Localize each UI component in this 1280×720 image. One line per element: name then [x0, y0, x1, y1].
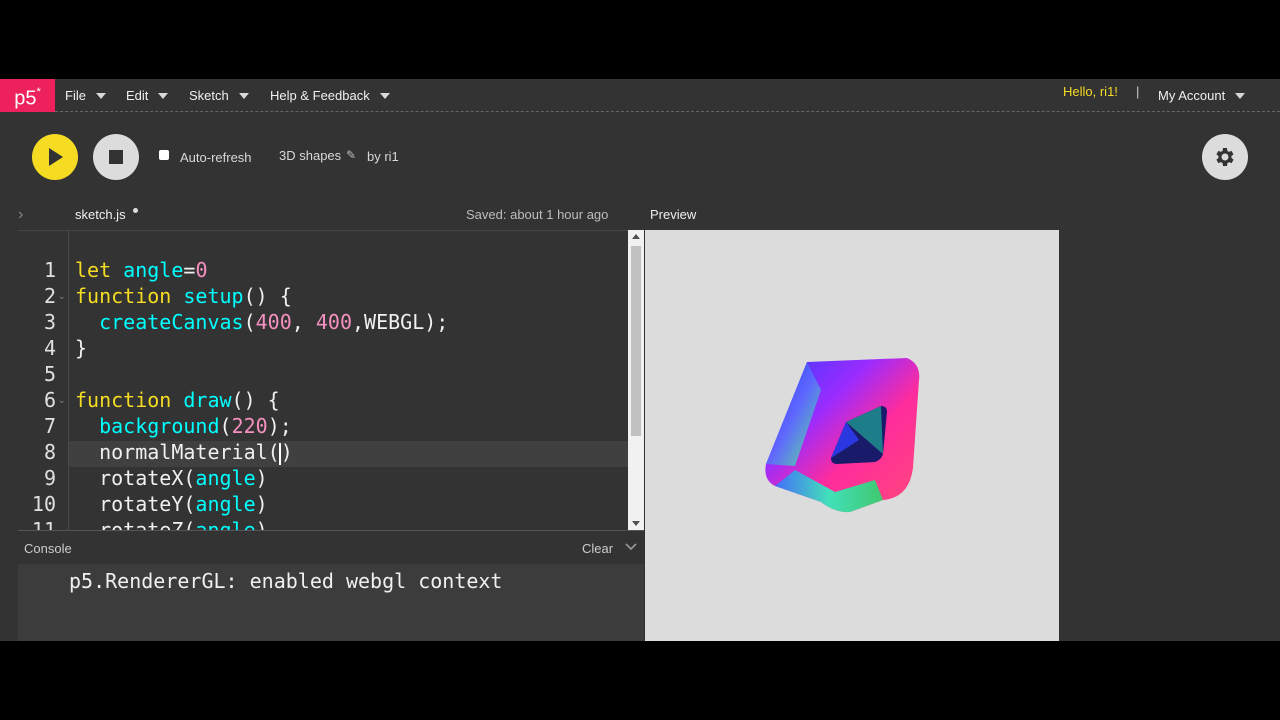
line-number: 2	[43, 284, 56, 308]
code-line[interactable]: function draw() {	[75, 387, 280, 413]
console-clear-button[interactable]: Clear	[582, 541, 613, 556]
code-line[interactable]: rotateY(angle)	[75, 491, 268, 517]
text-cursor	[278, 442, 281, 465]
unsaved-indicator	[133, 208, 138, 213]
code-editor[interactable]: 1 2 ⌄ 3 4 5 6 ⌄ 7 8 9 10 11 let angle=0 f…	[18, 230, 628, 531]
auto-refresh-label: Auto-refresh	[180, 150, 252, 165]
chevron-down-icon	[95, 92, 106, 99]
console-message: p5.RendererGL: enabled webgl context	[69, 569, 503, 593]
menu-edit[interactable]: Edit	[126, 79, 169, 112]
line-number: 4	[43, 336, 56, 360]
menu-sketch[interactable]: Sketch	[189, 79, 249, 112]
scroll-up-arrow-icon[interactable]	[632, 234, 640, 239]
code-line[interactable]: background(220);	[75, 413, 292, 439]
chevron-down-icon[interactable]	[624, 540, 638, 554]
play-button[interactable]	[32, 134, 78, 180]
stop-button[interactable]	[93, 134, 139, 180]
menu-file[interactable]: File	[65, 79, 106, 112]
preview-title: Preview	[650, 207, 697, 222]
preview-canvas[interactable]	[645, 230, 1059, 641]
line-number: 6	[43, 388, 56, 412]
top-nav: p5* File Edit Sketch Help & Feedback Hel…	[0, 79, 1280, 112]
chevron-down-icon	[1235, 92, 1246, 99]
editor-scrollbar[interactable]	[628, 230, 644, 530]
line-number: 11	[31, 518, 56, 531]
scrollbar-thumb[interactable]	[631, 246, 641, 436]
nav-divider-line	[55, 111, 1280, 112]
console-output: p5.RendererGL: enabled webgl context	[18, 564, 644, 641]
pencil-icon[interactable]: ✎	[346, 148, 356, 162]
line-number-gutter: 1 2 ⌄ 3 4 5 6 ⌄ 7 8 9 10 11	[18, 231, 69, 531]
sketch-name[interactable]: 3D shapes	[279, 148, 341, 163]
file-tab[interactable]: sketch.js	[75, 207, 126, 222]
settings-button[interactable]	[1202, 134, 1248, 180]
fold-chevron-icon[interactable]: ⌄	[58, 395, 66, 406]
rendered-3d-torus	[765, 358, 920, 513]
line-number: 5	[43, 362, 56, 386]
sketch-owner[interactable]: by ri1	[367, 149, 399, 164]
greeting: Hello, ri1!	[1063, 84, 1118, 99]
line-number: 1	[43, 258, 56, 282]
expand-sidebar-icon[interactable]: ›	[18, 206, 23, 224]
code-line[interactable]: normalMaterial()	[75, 439, 293, 465]
auto-refresh-checkbox[interactable]	[159, 150, 169, 160]
chevron-down-icon	[158, 92, 169, 99]
chevron-down-icon	[379, 92, 390, 99]
scroll-down-arrow-icon[interactable]	[632, 521, 640, 526]
code-line[interactable]: createCanvas(400, 400,WEBGL);	[75, 309, 448, 335]
code-line[interactable]: function setup() {	[75, 283, 292, 309]
line-number: 10	[31, 492, 56, 516]
console-header: Console Clear	[18, 530, 644, 565]
code-line[interactable]: rotateZ(angle)	[75, 517, 268, 531]
console-title: Console	[24, 541, 72, 556]
menu-my-account[interactable]: My Account	[1158, 79, 1246, 112]
line-number: 3	[43, 310, 56, 334]
p5-editor-app: p5* File Edit Sketch Help & Feedback Hel…	[0, 79, 1280, 641]
line-number: 9	[43, 466, 56, 490]
saved-status: Saved: about 1 hour ago	[466, 207, 609, 222]
nav-divider: |	[1136, 84, 1140, 99]
line-number: 8	[43, 440, 56, 464]
code-line[interactable]: let angle=0	[75, 257, 207, 283]
chevron-down-icon	[238, 92, 249, 99]
fold-chevron-icon[interactable]: ⌄	[58, 291, 66, 302]
menu-help-feedback[interactable]: Help & Feedback	[270, 79, 390, 112]
code-line[interactable]: rotateX(angle)	[75, 465, 268, 491]
code-line[interactable]: }	[75, 335, 87, 361]
line-number: 7	[43, 414, 56, 438]
gear-icon	[1216, 148, 1234, 166]
p5-logo[interactable]: p5*	[0, 79, 55, 112]
